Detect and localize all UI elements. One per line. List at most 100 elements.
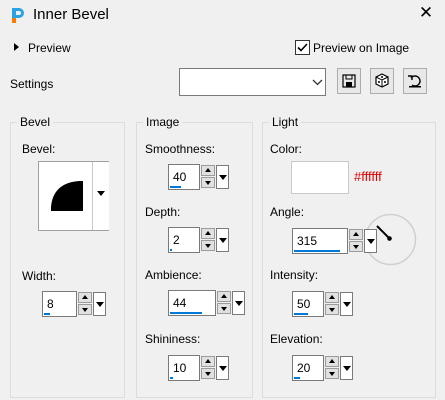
ambience-level-bar <box>170 312 202 314</box>
smoothness-increment-button[interactable] <box>201 165 215 176</box>
depth-input[interactable]: 2 <box>168 227 200 253</box>
elevation-label: Elevation: <box>270 332 323 346</box>
elevation-decrement-button[interactable] <box>325 368 339 379</box>
arrow-down-icon <box>353 245 359 249</box>
elevation-increment-button[interactable] <box>325 356 339 367</box>
arrow-up-icon <box>221 294 227 298</box>
chevron-down-icon <box>219 175 227 180</box>
ambience-input[interactable]: 44 <box>168 290 216 316</box>
color-label: Color: <box>270 142 303 156</box>
arrow-down-icon <box>329 308 335 312</box>
intensity-input[interactable]: 50 <box>292 291 324 317</box>
width-increment-button[interactable] <box>78 292 92 303</box>
shininess-level-bar <box>170 377 173 379</box>
chevron-down-icon <box>96 302 104 307</box>
ambience-increment-button[interactable] <box>217 291 231 302</box>
smoothness-input[interactable]: 40 <box>168 164 200 190</box>
light-color-hex: #ffffff <box>354 169 382 184</box>
elevation-value: 20 <box>297 361 311 375</box>
checkmark-icon <box>297 43 308 52</box>
light-group-title: Light <box>269 115 302 129</box>
chevron-down-icon <box>219 366 227 371</box>
shininess-slider-dropdown[interactable] <box>216 356 229 380</box>
chevron-down-icon <box>97 191 105 196</box>
randomize-button[interactable] <box>370 68 394 94</box>
ambience-value: 44 <box>173 296 187 310</box>
arrow-up-icon <box>82 295 88 299</box>
intensity-decrement-button[interactable] <box>325 304 339 315</box>
angle-label: Angle: <box>270 205 305 219</box>
ambience-label: Ambience: <box>145 268 202 282</box>
expand-triangle-icon[interactable] <box>14 43 19 51</box>
intensity-increment-button[interactable] <box>325 292 339 303</box>
arrow-down-icon <box>205 244 211 248</box>
depth-value: 2 <box>173 233 180 247</box>
width-value: 8 <box>47 297 54 311</box>
bevel-dropdown[interactable] <box>92 162 109 230</box>
depth-slider-dropdown[interactable] <box>216 228 229 252</box>
elevation-level-bar <box>294 377 300 379</box>
smoothness-slider-dropdown[interactable] <box>216 165 229 189</box>
reset-button[interactable] <box>403 68 427 94</box>
arrow-up-icon <box>329 359 335 363</box>
width-input[interactable]: 8 <box>42 291 77 317</box>
ambience-slider-dropdown[interactable] <box>232 291 245 315</box>
intensity-level-bar <box>294 313 308 315</box>
chevron-down-icon <box>343 302 351 307</box>
dice-icon <box>375 73 389 88</box>
width-decrement-button[interactable] <box>78 304 92 315</box>
angle-slider-dropdown[interactable] <box>364 229 377 253</box>
reset-icon <box>408 75 421 88</box>
arrow-down-icon <box>205 372 211 376</box>
preview-on-image-checkbox[interactable] <box>295 40 310 55</box>
arrow-down-icon <box>82 308 88 312</box>
chevron-down-icon[interactable] <box>310 71 325 93</box>
preset-combobox[interactable] <box>179 68 326 96</box>
width-slider-dropdown[interactable] <box>93 292 106 316</box>
angle-value: 315 <box>297 234 318 248</box>
width-level-bar <box>44 313 50 315</box>
depth-increment-button[interactable] <box>201 228 215 239</box>
smoothness-value: 40 <box>173 170 187 184</box>
save-preset-button[interactable] <box>337 68 361 94</box>
angle-input[interactable]: 315 <box>292 228 348 254</box>
save-icon <box>342 74 356 88</box>
arrow-up-icon <box>353 232 359 236</box>
smoothness-label: Smoothness: <box>145 142 216 156</box>
preview-on-image-label[interactable]: Preview on Image <box>313 41 409 55</box>
arrow-down-icon <box>329 372 335 376</box>
shininess-input[interactable]: 10 <box>168 355 200 381</box>
depth-label: Depth: <box>145 205 181 219</box>
depth-level-bar <box>170 249 172 251</box>
depth-decrement-button[interactable] <box>201 240 215 251</box>
window-title: Inner Bevel <box>33 6 109 23</box>
smoothness-level-bar <box>170 186 181 188</box>
intensity-slider-dropdown[interactable] <box>340 292 353 316</box>
smoothness-decrement-button[interactable] <box>201 177 215 188</box>
arrow-up-icon <box>205 359 211 363</box>
angle-level-bar <box>294 250 340 252</box>
light-color-swatch[interactable] <box>291 161 349 194</box>
preview-toggle[interactable]: Preview <box>28 41 71 55</box>
chevron-down-icon <box>219 238 227 243</box>
chevron-down-icon <box>343 366 351 371</box>
chevron-down-icon <box>235 301 243 306</box>
elevation-input[interactable]: 20 <box>292 355 324 381</box>
arrow-up-icon <box>329 295 335 299</box>
shininess-increment-button[interactable] <box>201 356 215 367</box>
ambience-decrement-button[interactable] <box>217 303 231 314</box>
angle-decrement-button[interactable] <box>349 241 363 252</box>
arrow-down-icon <box>221 307 227 311</box>
close-icon[interactable]: ✕ <box>418 4 434 22</box>
shininess-decrement-button[interactable] <box>201 368 215 379</box>
angle-increment-button[interactable] <box>349 229 363 240</box>
bevel-shape-icon <box>51 181 83 211</box>
shininess-value: 10 <box>173 361 187 375</box>
intensity-value: 50 <box>297 297 311 311</box>
width-label: Width: <box>22 269 57 283</box>
bevel-label: Bevel: <box>22 142 56 156</box>
chevron-down-icon <box>367 239 375 244</box>
image-group-title: Image <box>143 115 183 129</box>
elevation-slider-dropdown[interactable] <box>340 356 353 380</box>
arrow-up-icon <box>205 231 211 235</box>
